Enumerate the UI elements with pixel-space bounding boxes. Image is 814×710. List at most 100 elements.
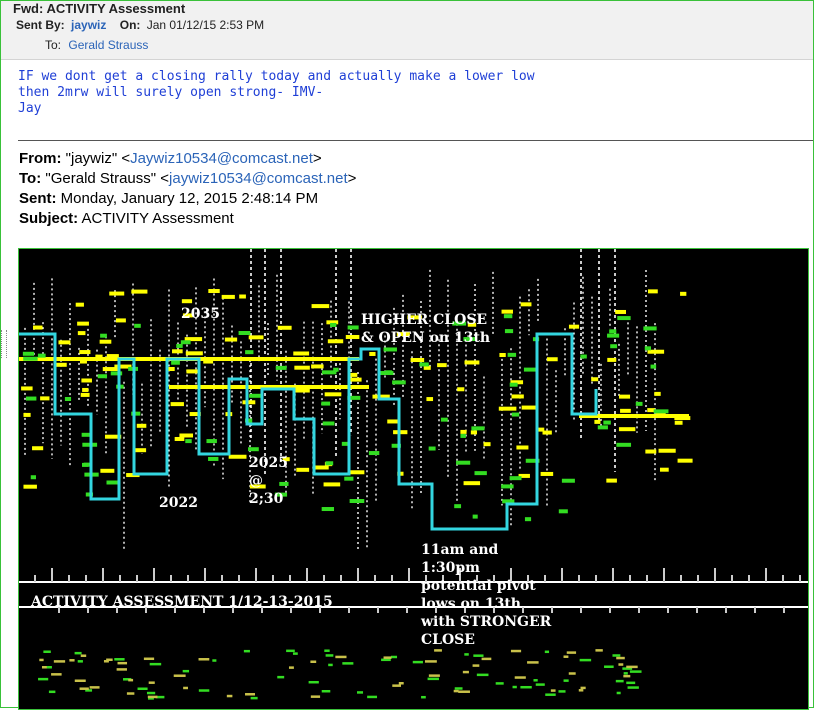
- bottom-bar: [77, 660, 83, 663]
- resize-handle[interactable]: [1, 330, 7, 358]
- bottom-bar: [392, 684, 401, 687]
- bottom-bar: [126, 692, 135, 695]
- bottom-bar: [149, 662, 162, 666]
- green-marker: [456, 460, 471, 465]
- yellow-marker: [345, 334, 360, 339]
- fwd-to-email[interactable]: jaywiz10534@comcast.net: [169, 170, 348, 187]
- green-marker: [617, 316, 631, 321]
- green-marker: [206, 439, 217, 444]
- yellow-marker: [516, 445, 529, 450]
- yellow-marker: [654, 391, 661, 396]
- bottom-bar: [79, 687, 89, 690]
- green-marker: [385, 370, 393, 375]
- yellow-marker: [323, 482, 341, 487]
- bottom-bar: [476, 673, 489, 677]
- bottom-activity-bars: [38, 649, 642, 700]
- bottom-bar: [616, 656, 625, 660]
- yellow-marker: [239, 294, 246, 299]
- annotation-2022: 2022: [159, 495, 198, 511]
- yellow-marker: [293, 351, 310, 356]
- bottom-bar: [578, 689, 584, 692]
- green-marker: [185, 439, 192, 444]
- yellow-marker: [77, 321, 89, 326]
- green-marker: [238, 331, 251, 336]
- fwd-from-email[interactable]: Jaywiz10534@comcast.net: [130, 150, 313, 167]
- sent-by-label: Sent By:: [16, 18, 65, 32]
- yellow-marker: [179, 433, 194, 438]
- bottom-bar: [367, 695, 378, 699]
- bottom-bar: [43, 650, 51, 653]
- bottom-bar: [615, 679, 624, 683]
- bottom-bar: [182, 669, 190, 673]
- yellow-marker: [521, 405, 537, 410]
- green-marker: [349, 499, 365, 504]
- yellow-marker: [680, 291, 687, 296]
- bottom-bar: [357, 691, 364, 694]
- yellow-marker: [82, 387, 89, 392]
- bottom-bar: [458, 690, 470, 693]
- green-marker: [474, 471, 487, 476]
- yellow-marker: [464, 360, 480, 365]
- bottom-bar: [51, 673, 62, 676]
- bottom-bar: [243, 649, 250, 653]
- green-marker: [501, 484, 514, 489]
- fwd-from-end: >: [312, 150, 322, 167]
- bottom-bar: [454, 687, 463, 690]
- green-marker: [245, 350, 254, 355]
- bottom-bar: [148, 681, 155, 684]
- yellow-marker: [647, 289, 658, 294]
- annotation-higher-close: HIGHER CLOSE & OPEN on 13th: [361, 312, 491, 346]
- yellow-marker: [463, 481, 481, 486]
- bottom-bar: [623, 674, 631, 678]
- bottom-bar: [427, 677, 439, 681]
- yellow-marker: [423, 365, 431, 370]
- yellow-marker: [618, 427, 636, 432]
- green-marker: [428, 446, 436, 451]
- bottom-bar: [510, 649, 522, 653]
- green-marker: [325, 461, 334, 466]
- bottom-bar: [39, 658, 44, 662]
- green-marker: [524, 517, 532, 522]
- green-marker: [106, 480, 119, 485]
- bottom-bar: [618, 663, 624, 666]
- bottom-bar: [117, 661, 128, 665]
- message-line: Jay: [18, 101, 42, 116]
- annotation-2035: 2035: [181, 306, 220, 322]
- bottom-bar: [226, 694, 233, 698]
- recipient-link[interactable]: Gerald Strauss: [68, 38, 148, 52]
- green-marker: [100, 333, 107, 338]
- green-marker: [644, 346, 652, 351]
- yellow-marker: [172, 349, 183, 354]
- yellow-marker: [277, 325, 292, 330]
- yellow-marker: [499, 352, 506, 357]
- fwd-from-label: From:: [19, 150, 62, 167]
- green-marker: [23, 356, 38, 361]
- bottom-bar: [421, 695, 426, 699]
- yellow-marker: [224, 337, 238, 342]
- green-marker: [471, 426, 485, 431]
- green-marker: [597, 425, 608, 430]
- yellow-marker: [109, 291, 125, 296]
- sender-link[interactable]: jaywiz: [71, 18, 106, 32]
- yellow-marker: [615, 309, 627, 314]
- bottom-bar: [550, 689, 556, 692]
- yellow-marker: [242, 400, 256, 405]
- bottom-bar: [74, 651, 82, 655]
- bottom-bar: [308, 680, 319, 684]
- green-marker: [248, 447, 259, 452]
- yellow-marker: [181, 299, 193, 304]
- bottom-bar: [146, 691, 156, 695]
- fwd-to-end: >: [347, 170, 357, 187]
- green-marker: [64, 397, 72, 402]
- bottom-bar: [128, 678, 134, 682]
- yellow-marker: [294, 365, 310, 370]
- yellow-marker: [457, 387, 465, 392]
- green-marker: [81, 432, 90, 437]
- green-marker: [208, 456, 219, 461]
- yellow-marker: [387, 419, 398, 424]
- green-marker: [347, 325, 359, 330]
- green-marker: [504, 329, 514, 334]
- yellow-marker: [80, 392, 90, 397]
- green-marker: [653, 409, 669, 414]
- bottom-bar: [623, 672, 628, 675]
